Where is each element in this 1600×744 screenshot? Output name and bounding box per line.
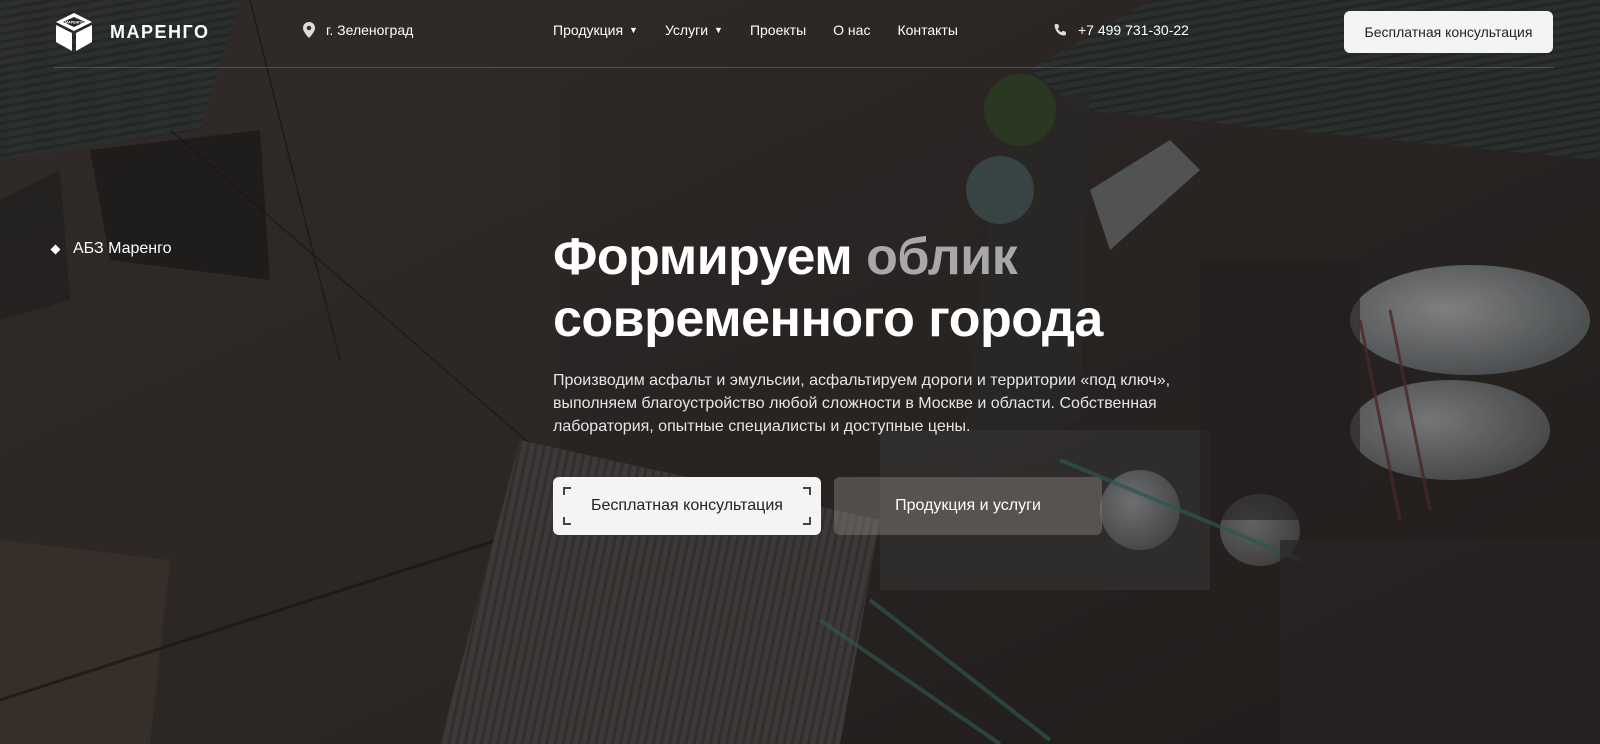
hero-consultation-button[interactable]: Бесплатная консультация [553,477,821,535]
header-divider [54,67,1554,68]
nav-item-label: О нас [833,22,871,38]
corner-bracket-icon [563,487,571,495]
nav-item-projects[interactable]: Проекты [750,22,806,38]
main-nav: Продукция ▼ Услуги ▼ Проекты О нас Конта… [553,22,985,38]
side-label-text: АБЗ Маренго [73,240,172,257]
nav-item-label: Проекты [749,22,807,38]
headline-part2: современного города [553,290,1103,348]
nav-item-contacts[interactable]: Контакты [897,22,957,38]
nav-item-products[interactable]: Продукция ▼ [553,22,638,38]
nav-item-label: Контакты [897,22,958,38]
button-label: Бесплатная консультация [591,497,783,514]
phone-link[interactable]: +7 499 731-30-22 [1053,22,1189,38]
products-services-button[interactable]: Продукция и услуги [834,477,1102,535]
phone-icon [1054,23,1067,35]
map-pin-icon [303,22,315,38]
phone-number: +7 499 731-30-22 [1078,22,1189,38]
side-section-label[interactable]: АБЗ Маренго [50,240,172,258]
header-consultation-button[interactable]: Бесплатная консультация [1344,11,1553,53]
nav-item-services[interactable]: Услуги ▼ [665,22,723,38]
corner-bracket-icon [803,517,811,525]
diamond-bullet-icon [50,244,61,254]
nav-item-label: Продукция [553,22,624,38]
nav-item-about[interactable]: О нас [833,22,870,38]
hero-headline: Формируем облик современного города [553,226,1253,350]
logo[interactable]: МАРЕНГО МАРЕНГО [52,10,209,54]
headline-part1: Формируем [553,228,867,286]
logo-mark-text: МАРЕНГО [65,20,83,24]
nav-item-label: Услуги [664,22,709,38]
brand-name: МАРЕНГО [110,21,210,42]
chevron-down-icon: ▼ [714,25,723,35]
location-text: г. Зеленоград [326,22,414,38]
location-selector[interactable]: г. Зеленоград [302,22,413,38]
corner-bracket-icon [563,517,571,525]
hero-lead: Производим асфальт и эмульсии, асфальтир… [553,372,1171,435]
headline-accent: облик [866,228,1018,286]
site-header: МАРЕНГО МАРЕНГО г. Зеленоград Продукция … [0,0,1600,68]
chevron-down-icon: ▼ [629,25,638,35]
logo-cube-icon: МАРЕНГО [56,13,92,51]
corner-bracket-icon [803,487,811,495]
